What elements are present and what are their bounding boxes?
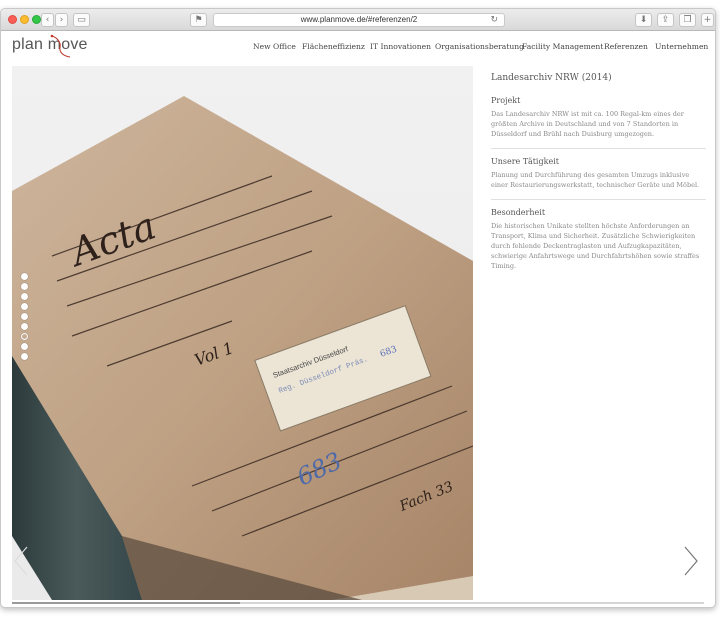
nav-referenzen[interactable]: Referenzen [604, 42, 648, 51]
download-icon[interactable]: ⬇ [635, 13, 652, 27]
section-heading: Besonderheit [491, 208, 546, 217]
nav-it-innovationen[interactable]: IT Innovationen [370, 42, 431, 51]
slide-dot[interactable] [21, 333, 28, 340]
project-title: Landesarchiv NRW (2014) [491, 73, 612, 83]
slide-dot[interactable] [21, 353, 28, 360]
section-text: Planung und Durchführung des gesamten Um… [491, 171, 700, 189]
nav-flaecheneffizienz[interactable]: Flächeneffizienz [302, 42, 365, 51]
archive-book-photo: Acta Vol 1 Fach 33 Staatsarchiv Düsseldo… [12, 96, 473, 600]
back-button[interactable]: ‹ [41, 13, 54, 27]
section-projekt: Projekt Das Landesarchiv NRW ist mit ca.… [491, 96, 706, 149]
project-description-panel: Landesarchiv NRW (2014) Projekt Das Land… [491, 73, 706, 288]
address-bar[interactable]: www.planmove.de/#referenzen/2 ↻ [213, 13, 505, 27]
maximize-window-button[interactable] [32, 15, 41, 24]
slide-dot[interactable] [21, 293, 28, 300]
slide-dot[interactable] [21, 273, 28, 280]
minimize-window-button[interactable] [20, 15, 29, 24]
section-besonderheit: Besonderheit Die historischen Unikate st… [491, 208, 706, 280]
section-text: Das Landesarchiv NRW ist mit ca. 100 Reg… [491, 110, 684, 138]
sidebar-toggle-icon[interactable]: ▭ [73, 13, 90, 27]
section-text: Die historischen Unikate stellten höchst… [491, 222, 700, 270]
slide-dot[interactable] [21, 323, 28, 330]
nav-facility-management[interactable]: Facility Management [522, 42, 603, 51]
nav-organisationsberatung[interactable]: Organisationsberatung [435, 42, 524, 51]
site-logo[interactable]: plan move [12, 34, 88, 58]
close-window-button[interactable] [8, 15, 17, 24]
reload-icon[interactable]: ↻ [490, 14, 498, 26]
logo-swirl-icon [50, 34, 71, 58]
bookmark-icon[interactable]: ⚑ [190, 13, 207, 27]
previous-slide-arrow-icon[interactable] [13, 546, 29, 576]
slide-indicator [21, 273, 28, 363]
browser-window: ‹ › ▭ ⚑ www.planmove.de/#referenzen/2 ↻ … [0, 8, 716, 608]
next-slide-arrow-icon[interactable] [683, 546, 699, 576]
share-icon[interactable]: ⇪ [657, 13, 674, 27]
section-heading: Unsere Tätigkeit [491, 157, 559, 166]
section-heading: Projekt [491, 96, 521, 105]
nav-unternehmen[interactable]: Unternehmen [655, 42, 708, 51]
new-tab-button[interactable]: + [701, 13, 714, 27]
progress-fill [12, 602, 241, 604]
section-taetigkeit: Unsere Tätigkeit Planung und Durchführun… [491, 157, 706, 200]
nav-new-office[interactable]: New Office [253, 42, 296, 51]
forward-button[interactable]: › [55, 13, 68, 27]
slide-dot[interactable] [21, 303, 28, 310]
slideshow-progress-bar [12, 602, 704, 604]
slideshow-image: Acta Vol 1 Fach 33 Staatsarchiv Düsseldo… [12, 66, 473, 600]
url-text: www.planmove.de/#referenzen/2 [300, 15, 418, 24]
slide-dot[interactable] [21, 283, 28, 290]
browser-toolbar: ‹ › ▭ ⚑ www.planmove.de/#referenzen/2 ↻ … [1, 9, 715, 31]
slide-dot[interactable] [21, 313, 28, 320]
slide-dot[interactable] [21, 343, 28, 350]
tabs-icon[interactable]: ❐ [679, 13, 696, 27]
